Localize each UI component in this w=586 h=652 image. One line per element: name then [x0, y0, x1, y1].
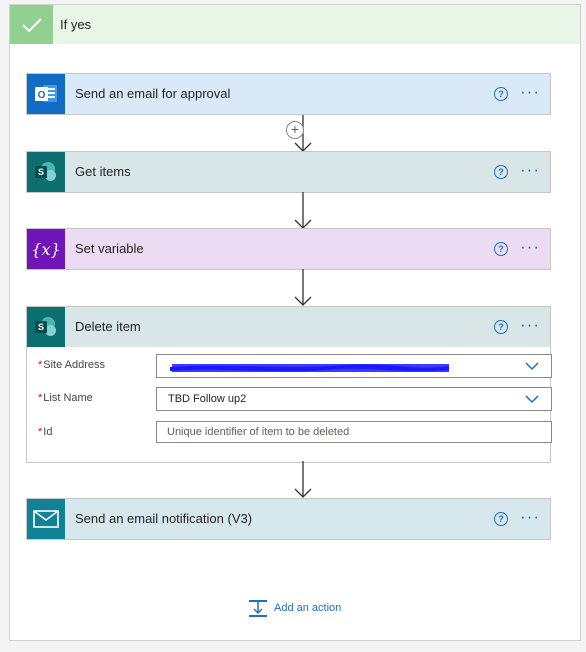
more-icon[interactable]: ···: [520, 237, 540, 257]
action-header[interactable]: S Get items ? ···: [27, 152, 550, 192]
arrow-down-icon: [294, 461, 312, 498]
condition-header[interactable]: If yes: [10, 5, 580, 44]
plus-icon[interactable]: +: [286, 121, 304, 139]
sharepoint-icon: S: [27, 307, 65, 347]
site-address-dropdown[interactable]: [156, 354, 552, 378]
required-mark: *: [38, 426, 43, 438]
check-icon: [10, 5, 53, 44]
list-name-dropdown[interactable]: TBD Follow up2: [156, 387, 552, 411]
action-title: Send an email notification (V3): [75, 511, 253, 526]
id-label: *Id: [38, 426, 52, 438]
action-header[interactable]: S Delete item ? ···: [27, 307, 550, 347]
help-icon[interactable]: ?: [494, 320, 508, 334]
field-label-text: Site Address: [43, 359, 106, 371]
required-mark: *: [38, 359, 43, 371]
add-action-icon: [249, 600, 267, 617]
condition-title: If yes: [60, 17, 92, 32]
required-mark: *: [38, 392, 43, 404]
more-icon[interactable]: ···: [520, 315, 540, 335]
condition-branch-yes: If yes O Send an email for approval ? ··…: [9, 4, 581, 641]
action-title: Delete item: [75, 319, 141, 334]
variable-icon-glyph: {x}: [31, 239, 61, 259]
add-action-button[interactable]: Add an action: [248, 598, 341, 618]
more-icon[interactable]: ···: [520, 160, 540, 180]
id-placeholder: Unique identifier of item to be deleted: [167, 426, 350, 438]
action-body: *Site Address *List Name TBD Follow up2 …: [27, 347, 552, 462]
help-icon[interactable]: ?: [494, 87, 508, 101]
action-card-set-variable[interactable]: {x} Set variable ? ···: [26, 228, 551, 270]
sharepoint-icon: S: [27, 152, 65, 192]
action-header[interactable]: Send an email notification (V3) ? ···: [27, 499, 550, 539]
arrow-down-icon: [294, 192, 312, 229]
more-icon[interactable]: ···: [520, 82, 540, 102]
redaction-scribble: [170, 364, 449, 372]
action-card-email-notification[interactable]: Send an email notification (V3) ? ···: [26, 498, 551, 540]
site-address-label: *Site Address: [38, 359, 105, 371]
action-card-delete-item[interactable]: S Delete item ? ··· *Site Address *List …: [26, 306, 552, 463]
action-title: Get items: [75, 164, 131, 179]
more-icon[interactable]: ···: [520, 507, 540, 527]
list-name-label: *List Name: [38, 392, 93, 404]
field-label-text: Id: [43, 426, 53, 438]
list-name-value: TBD Follow up2: [168, 393, 247, 405]
add-action-label: Add an action: [274, 602, 342, 614]
action-card-get-items[interactable]: S Get items ? ···: [26, 151, 551, 193]
variable-icon: {x}: [27, 229, 65, 269]
action-header[interactable]: O Send an email for approval ? ···: [27, 74, 550, 114]
action-header[interactable]: {x} Set variable ? ···: [27, 229, 550, 269]
outlook-icon: O: [27, 74, 65, 114]
svg-text:O: O: [38, 90, 46, 101]
chevron-down-icon[interactable]: [525, 393, 539, 405]
help-icon[interactable]: ?: [494, 512, 508, 526]
chevron-down-icon[interactable]: [525, 360, 539, 372]
mail-icon: [27, 499, 65, 539]
action-title: Send an email for approval: [75, 86, 231, 101]
field-label-text: List Name: [43, 392, 93, 404]
help-icon[interactable]: ?: [494, 242, 508, 256]
action-card-email-approval[interactable]: O Send an email for approval ? ···: [26, 73, 551, 115]
action-title: Set variable: [75, 241, 144, 256]
help-icon[interactable]: ?: [494, 165, 508, 179]
arrow-down-icon: [294, 269, 312, 306]
id-input[interactable]: Unique identifier of item to be deleted: [156, 421, 552, 443]
